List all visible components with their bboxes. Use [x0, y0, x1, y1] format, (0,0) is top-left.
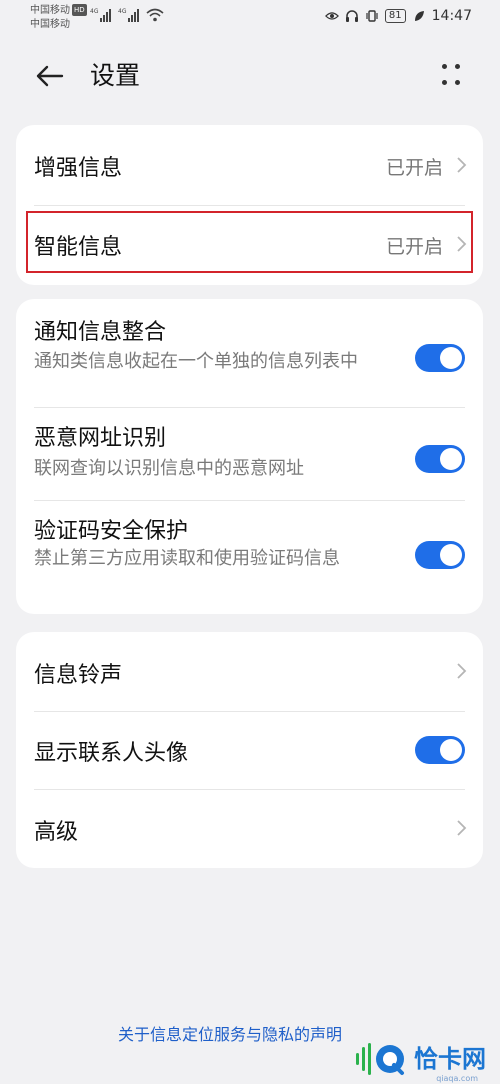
malicious-url-row: 恶意网址识别 联网查询以识别信息中的恶意网址 [16, 407, 483, 500]
headphones-icon [345, 9, 359, 23]
watermark-logo-icon [356, 1043, 404, 1075]
malicious-url-label: 恶意网址识别 [34, 426, 167, 451]
network-type-1: 4G [90, 8, 99, 15]
battery-level: 81 [384, 9, 406, 23]
security-card: 通知信息整合 通知类信息收起在一个单独的信息列表中 恶意网址识别 联网查询以识别… [16, 299, 483, 614]
carrier-2-label: 中国移动 [30, 19, 70, 30]
hd-badge: HD [72, 4, 87, 16]
code-protection-label: 验证码安全保护 [34, 519, 189, 544]
signal-icon: 4G [90, 8, 112, 22]
malicious-url-description: 联网查询以识别信息中的恶意网址 [34, 458, 304, 479]
chevron-right-icon [457, 820, 467, 836]
notification-merge-description: 通知类信息收起在一个单独的信息列表中 [34, 351, 358, 372]
app-header: 设置 [0, 48, 500, 104]
ringtone-row[interactable]: 信息铃声 [16, 632, 483, 711]
chevron-right-icon [457, 663, 467, 679]
privacy-statement-link[interactable]: 关于信息定位服务与隐私的声明 [118, 1021, 342, 1045]
clock: 14:47 [431, 8, 472, 24]
chevron-right-icon [457, 157, 467, 173]
back-arrow-icon[interactable] [32, 58, 68, 94]
code-protection-toggle[interactable] [415, 541, 465, 569]
page-title: 设置 [90, 61, 141, 90]
eye-icon [324, 9, 339, 23]
ringtone-label: 信息铃声 [34, 663, 123, 688]
carrier-1: 中国移动 HD [30, 4, 87, 17]
show-avatar-row: 显示联系人头像 [16, 711, 483, 789]
watermark: 恰卡网 qiaqa.com [354, 1038, 486, 1083]
advanced-label: 高级 [34, 820, 79, 845]
watermark-text: 恰卡网 [414, 1045, 486, 1073]
code-protection-description: 禁止第三方应用读取和使用验证码信息 [34, 548, 340, 569]
enhanced-info-label: 增强信息 [34, 156, 123, 181]
more-options-icon[interactable] [440, 60, 466, 90]
general-settings-card: 信息铃声 显示联系人头像 高级 [16, 632, 483, 868]
malicious-url-toggle[interactable] [415, 445, 465, 473]
code-protection-row: 验证码安全保护 禁止第三方应用读取和使用验证码信息 [16, 500, 483, 614]
notification-merge-toggle[interactable] [415, 344, 465, 372]
signal-icon-2: 4G [118, 8, 140, 22]
watermark-url: qiaqa.com [436, 1074, 478, 1083]
notification-merge-row: 通知信息整合 通知类信息收起在一个单独的信息列表中 [16, 299, 483, 407]
vibrate-icon [365, 9, 379, 23]
wifi-icon [146, 8, 164, 22]
show-avatar-toggle[interactable] [415, 736, 465, 764]
status-bar: 中国移动 HD 中国移动 4G 4G 81 14:47 [0, 0, 500, 36]
highlight-box [26, 211, 473, 273]
notification-merge-label: 通知信息整合 [34, 320, 167, 345]
carrier-1-label: 中国移动 [30, 5, 70, 16]
leaf-icon [412, 9, 426, 23]
advanced-row[interactable]: 高级 [16, 789, 483, 868]
enhanced-info-status: 已开启 [385, 157, 443, 179]
network-type-2: 4G [118, 8, 127, 15]
show-avatar-label: 显示联系人头像 [34, 741, 189, 766]
enhanced-info-row[interactable]: 增强信息 已开启 [16, 125, 483, 205]
